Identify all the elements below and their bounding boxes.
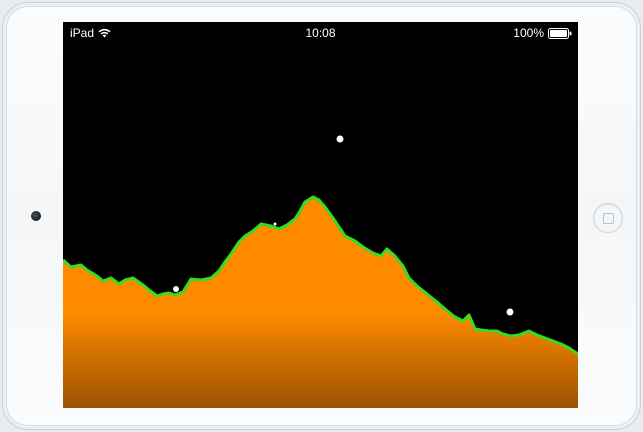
star xyxy=(336,135,344,143)
game-screen[interactable]: iPad 10:08 100% xyxy=(63,22,578,408)
status-time: 10:08 xyxy=(305,26,336,40)
home-button[interactable] xyxy=(593,203,623,233)
battery-full-icon xyxy=(548,27,572,39)
front-camera-icon xyxy=(31,211,41,221)
star xyxy=(273,222,277,226)
star xyxy=(173,286,179,292)
battery-group: 100% xyxy=(513,26,572,40)
battery-percent: 100% xyxy=(513,26,544,40)
status-bar: iPad 10:08 100% xyxy=(63,22,578,42)
star xyxy=(506,308,514,316)
home-square-icon xyxy=(602,212,614,224)
terrain-scene[interactable] xyxy=(63,22,578,408)
